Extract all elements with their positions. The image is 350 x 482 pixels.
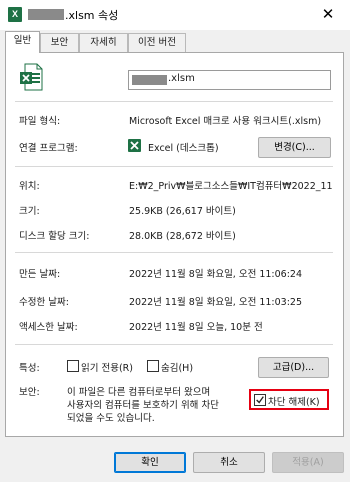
accessed-value: 2022년 11월 8일 오늘, 10분 전 [129, 322, 263, 333]
readonly-label[interactable]: 읽기 전용(R) [81, 360, 133, 374]
location-value: E:₩2_Priv₩블로그소스들₩IT컴퓨터₩2022_11 [129, 181, 333, 192]
attributes-label: 특성: [19, 363, 40, 374]
security-message-line3: 되었을 수도 있습니다. [67, 413, 155, 424]
close-button[interactable]: ✕ [306, 0, 350, 30]
change-button[interactable]: 변경(C)... [258, 137, 331, 158]
excel-app-icon: X [8, 7, 22, 22]
tab-details[interactable]: 자세히 [79, 33, 128, 52]
divider [15, 166, 333, 167]
divider [15, 252, 333, 253]
modified-value: 2022년 11월 8일 화요일, 오전 11:03:25 [129, 297, 303, 308]
unblock-label[interactable]: 차단 해제(K) [268, 394, 320, 408]
ok-button[interactable]: 확인 [114, 452, 186, 473]
size-on-disk-label: 디스크 할당 크기: [19, 231, 90, 242]
readonly-checkbox[interactable] [67, 360, 79, 372]
file-type-label: 파일 형식: [19, 116, 61, 127]
size-value: 25.9KB (26,617 바이트) [129, 206, 236, 217]
checkmark-icon [256, 396, 264, 404]
tab-security[interactable]: 보안 [40, 33, 79, 52]
title-bar: X .xlsm 속성 ✕ [0, 0, 350, 30]
general-panel [5, 52, 344, 437]
size-label: 크기: [19, 206, 40, 217]
opens-with-label: 연결 프로그램: [19, 143, 78, 154]
advanced-button[interactable]: 고급(D)... [258, 357, 329, 378]
tab-previous-versions[interactable]: 이전 버전 [128, 33, 186, 52]
security-message-line1: 이 파일은 다른 컴퓨터로부터 왔으며 [67, 387, 211, 398]
file-name-input[interactable]: .xlsm [128, 70, 331, 90]
modified-label: 수정한 날짜: [19, 297, 69, 308]
created-value: 2022년 11월 8일 화요일, 오전 11:06:24 [129, 269, 303, 280]
hidden-checkbox[interactable] [147, 360, 159, 372]
security-label: 보안: [19, 387, 40, 398]
location-label: 위치: [19, 181, 40, 192]
tab-general[interactable]: 일반 [5, 31, 40, 53]
unblock-checkbox[interactable] [254, 394, 266, 406]
hidden-label[interactable]: 숨김(H) [161, 360, 193, 374]
excel-file-icon [20, 63, 43, 91]
excel-program-icon [128, 139, 141, 152]
security-message-line2: 사용자의 컴퓨터를 보호하기 위해 차단 [67, 400, 219, 411]
file-type-value: Microsoft Excel 매크로 사용 워크시트(.xlsm) [129, 116, 322, 127]
accessed-label: 액세스한 날짜: [19, 322, 78, 333]
file-name-text: .xlsm [168, 73, 195, 84]
redacted-file-name [28, 9, 64, 20]
created-label: 만든 날짜: [19, 269, 61, 280]
size-on-disk-value: 28.0KB (28,672 바이트) [129, 231, 236, 242]
divider [15, 344, 333, 345]
cancel-button[interactable]: 취소 [193, 452, 265, 473]
apply-button[interactable]: 적용(A) [272, 452, 344, 473]
divider [15, 101, 333, 102]
redacted-name-part [132, 75, 167, 85]
window-title: .xlsm 속성 [65, 9, 119, 22]
opens-with-value: Excel (데스크톱) [148, 143, 219, 154]
